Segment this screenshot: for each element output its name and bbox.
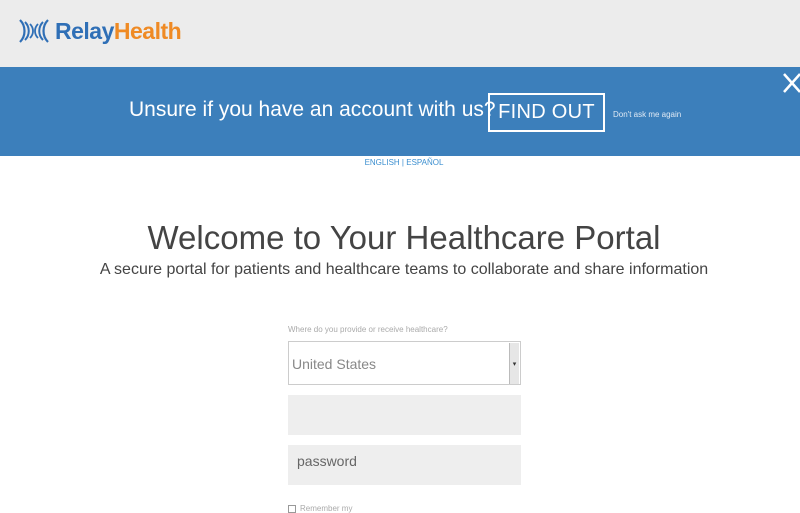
relayhealth-logo-icon (19, 19, 49, 43)
username-input[interactable] (288, 395, 521, 435)
dont-ask-again-link[interactable]: Don't ask me again (613, 110, 681, 119)
country-select-value: United States (292, 356, 377, 372)
language-english-link[interactable]: ENGLISH (365, 158, 400, 167)
country-select[interactable]: United States ▾ (288, 341, 521, 385)
language-separator: | (401, 158, 404, 167)
remember-me-checkbox[interactable] (288, 504, 296, 513)
language-selector: ENGLISH | ESPAÑOL (0, 158, 800, 167)
page-title: Welcome to Your Healthcare Portal (147, 219, 661, 256)
password-placeholder: password (297, 453, 357, 469)
relayhealth-logo[interactable]: RelayHealth (18, 17, 182, 44)
page-subtitle: A secure portal for patients and healthc… (99, 261, 709, 278)
find-out-button[interactable]: FIND OUT (488, 93, 605, 132)
close-icon[interactable] (780, 71, 800, 95)
logo-relay-text: Relay (55, 17, 114, 44)
country-label: Where do you provide or receive healthca… (288, 325, 448, 334)
header: RelayHealth (0, 0, 800, 67)
logo-wordmark: RelayHealth (55, 17, 182, 44)
select-arrow-icon: ▾ (509, 343, 519, 384)
language-spanish-link[interactable]: ESPAÑOL (406, 158, 443, 167)
password-input[interactable]: password (288, 445, 521, 485)
logo-health-text: Health (113, 17, 182, 44)
banner-message: Unsure if you have an account with us? (129, 98, 496, 121)
